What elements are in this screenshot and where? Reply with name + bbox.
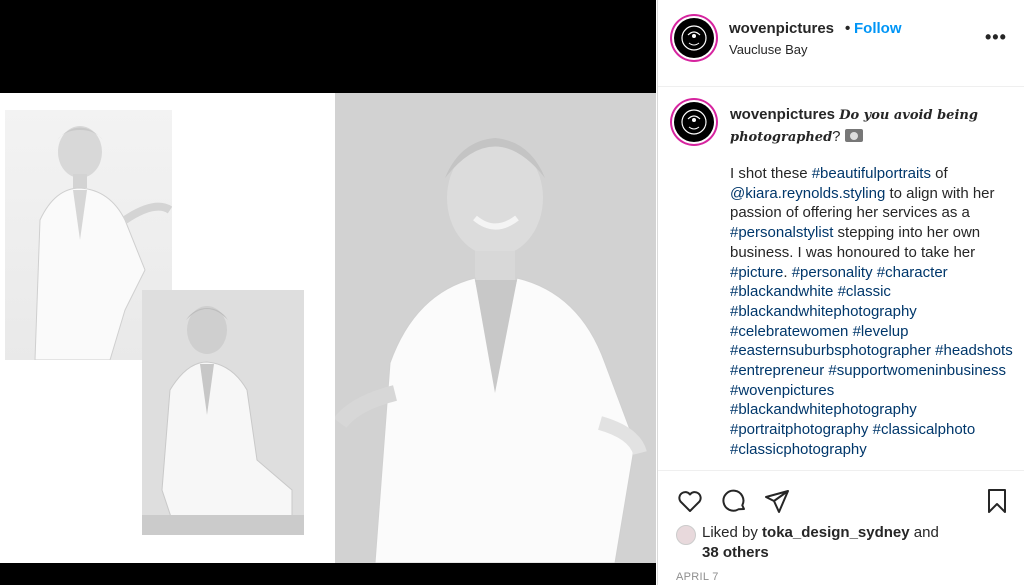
caption-avatar[interactable] xyxy=(674,102,714,142)
portrait-photo-main xyxy=(335,93,656,563)
portrait-photo-sitting-full xyxy=(142,290,304,535)
follow-button[interactable]: Follow xyxy=(854,20,902,37)
post-location[interactable]: Vaucluse Bay xyxy=(729,42,808,57)
caption-headline: wovenpictures Do you avoid being photogr… xyxy=(730,104,1010,148)
hashtag-link[interactable]: #personality xyxy=(792,264,873,281)
hashtag-link[interactable]: #portraitphotography xyxy=(730,421,868,438)
avatar[interactable] xyxy=(674,18,714,58)
caption-body: I shot these #beautifulportraits of @kia… xyxy=(730,164,1015,460)
hashtag-link[interactable]: #classicalphoto xyxy=(873,421,976,438)
caption-text: I shot these xyxy=(730,165,812,182)
mention-link[interactable]: @kiara.reynolds.styling xyxy=(730,185,885,202)
hashtag-link[interactable]: #wovenpictures xyxy=(730,382,834,399)
camera-icon xyxy=(844,129,863,142)
hashtag-link[interactable]: #celebratewomen xyxy=(730,323,848,340)
post-details-panel: wovenpictures • Follow Vaucluse Bay ••• … xyxy=(657,0,1024,585)
heart-icon[interactable] xyxy=(676,487,704,515)
caption-text: . xyxy=(783,263,792,281)
hashtag-link[interactable]: #supportwomeninbusiness xyxy=(828,362,1006,379)
likes-prefix: Liked by xyxy=(702,524,763,541)
hashtag-link[interactable]: #classicphotography xyxy=(730,441,867,458)
more-options-icon[interactable]: ••• xyxy=(985,27,1007,48)
post-author-username[interactable]: wovenpictures xyxy=(729,20,834,37)
post-caption: wovenpictures Do you avoid being photogr… xyxy=(658,88,1024,470)
post-media[interactable] xyxy=(0,0,656,585)
hashtag-link[interactable]: #blackandwhitephotography xyxy=(730,303,917,320)
share-icon[interactable] xyxy=(763,487,791,515)
hashtag-link[interactable]: #blackandwhitephotography xyxy=(730,401,917,418)
photo-collage xyxy=(0,93,656,563)
hashtag-link[interactable]: #headshots xyxy=(935,342,1013,359)
comment-icon[interactable] xyxy=(720,487,748,515)
likes-others-link[interactable]: 38 others xyxy=(702,544,769,561)
caption-username[interactable]: wovenpictures xyxy=(730,106,835,123)
hashtag-link[interactable]: #levelup xyxy=(853,323,909,340)
post-header: wovenpictures • Follow Vaucluse Bay ••• xyxy=(658,0,1024,87)
post-actions: Liked by toka_design_sydney and 38 other… xyxy=(658,470,1024,585)
caption-headline-end: ? xyxy=(832,128,841,145)
liker-avatar[interactable] xyxy=(676,525,696,545)
separator-dot: • xyxy=(845,20,851,37)
post-date[interactable]: APRIL 7 xyxy=(676,571,719,583)
hashtag-link[interactable]: #personalstylist xyxy=(730,224,833,241)
hashtag-link[interactable]: #picture xyxy=(730,264,783,281)
hashtag-link[interactable]: #entrepreneur xyxy=(730,362,824,379)
likes-middle: and xyxy=(909,524,939,541)
hashtag-link[interactable]: #easternsuburbsphotographer xyxy=(730,342,931,359)
hashtag-link[interactable]: #beautifulportraits xyxy=(812,165,931,182)
bookmark-icon[interactable] xyxy=(983,487,1011,515)
caption-text: of xyxy=(930,165,948,182)
liker-username[interactable]: toka_design_sydney xyxy=(762,524,910,541)
hashtag-link[interactable]: #character xyxy=(877,264,948,281)
hashtag-link[interactable]: #blackandwhite xyxy=(730,283,833,300)
hashtag-link[interactable]: #classic xyxy=(838,283,891,300)
